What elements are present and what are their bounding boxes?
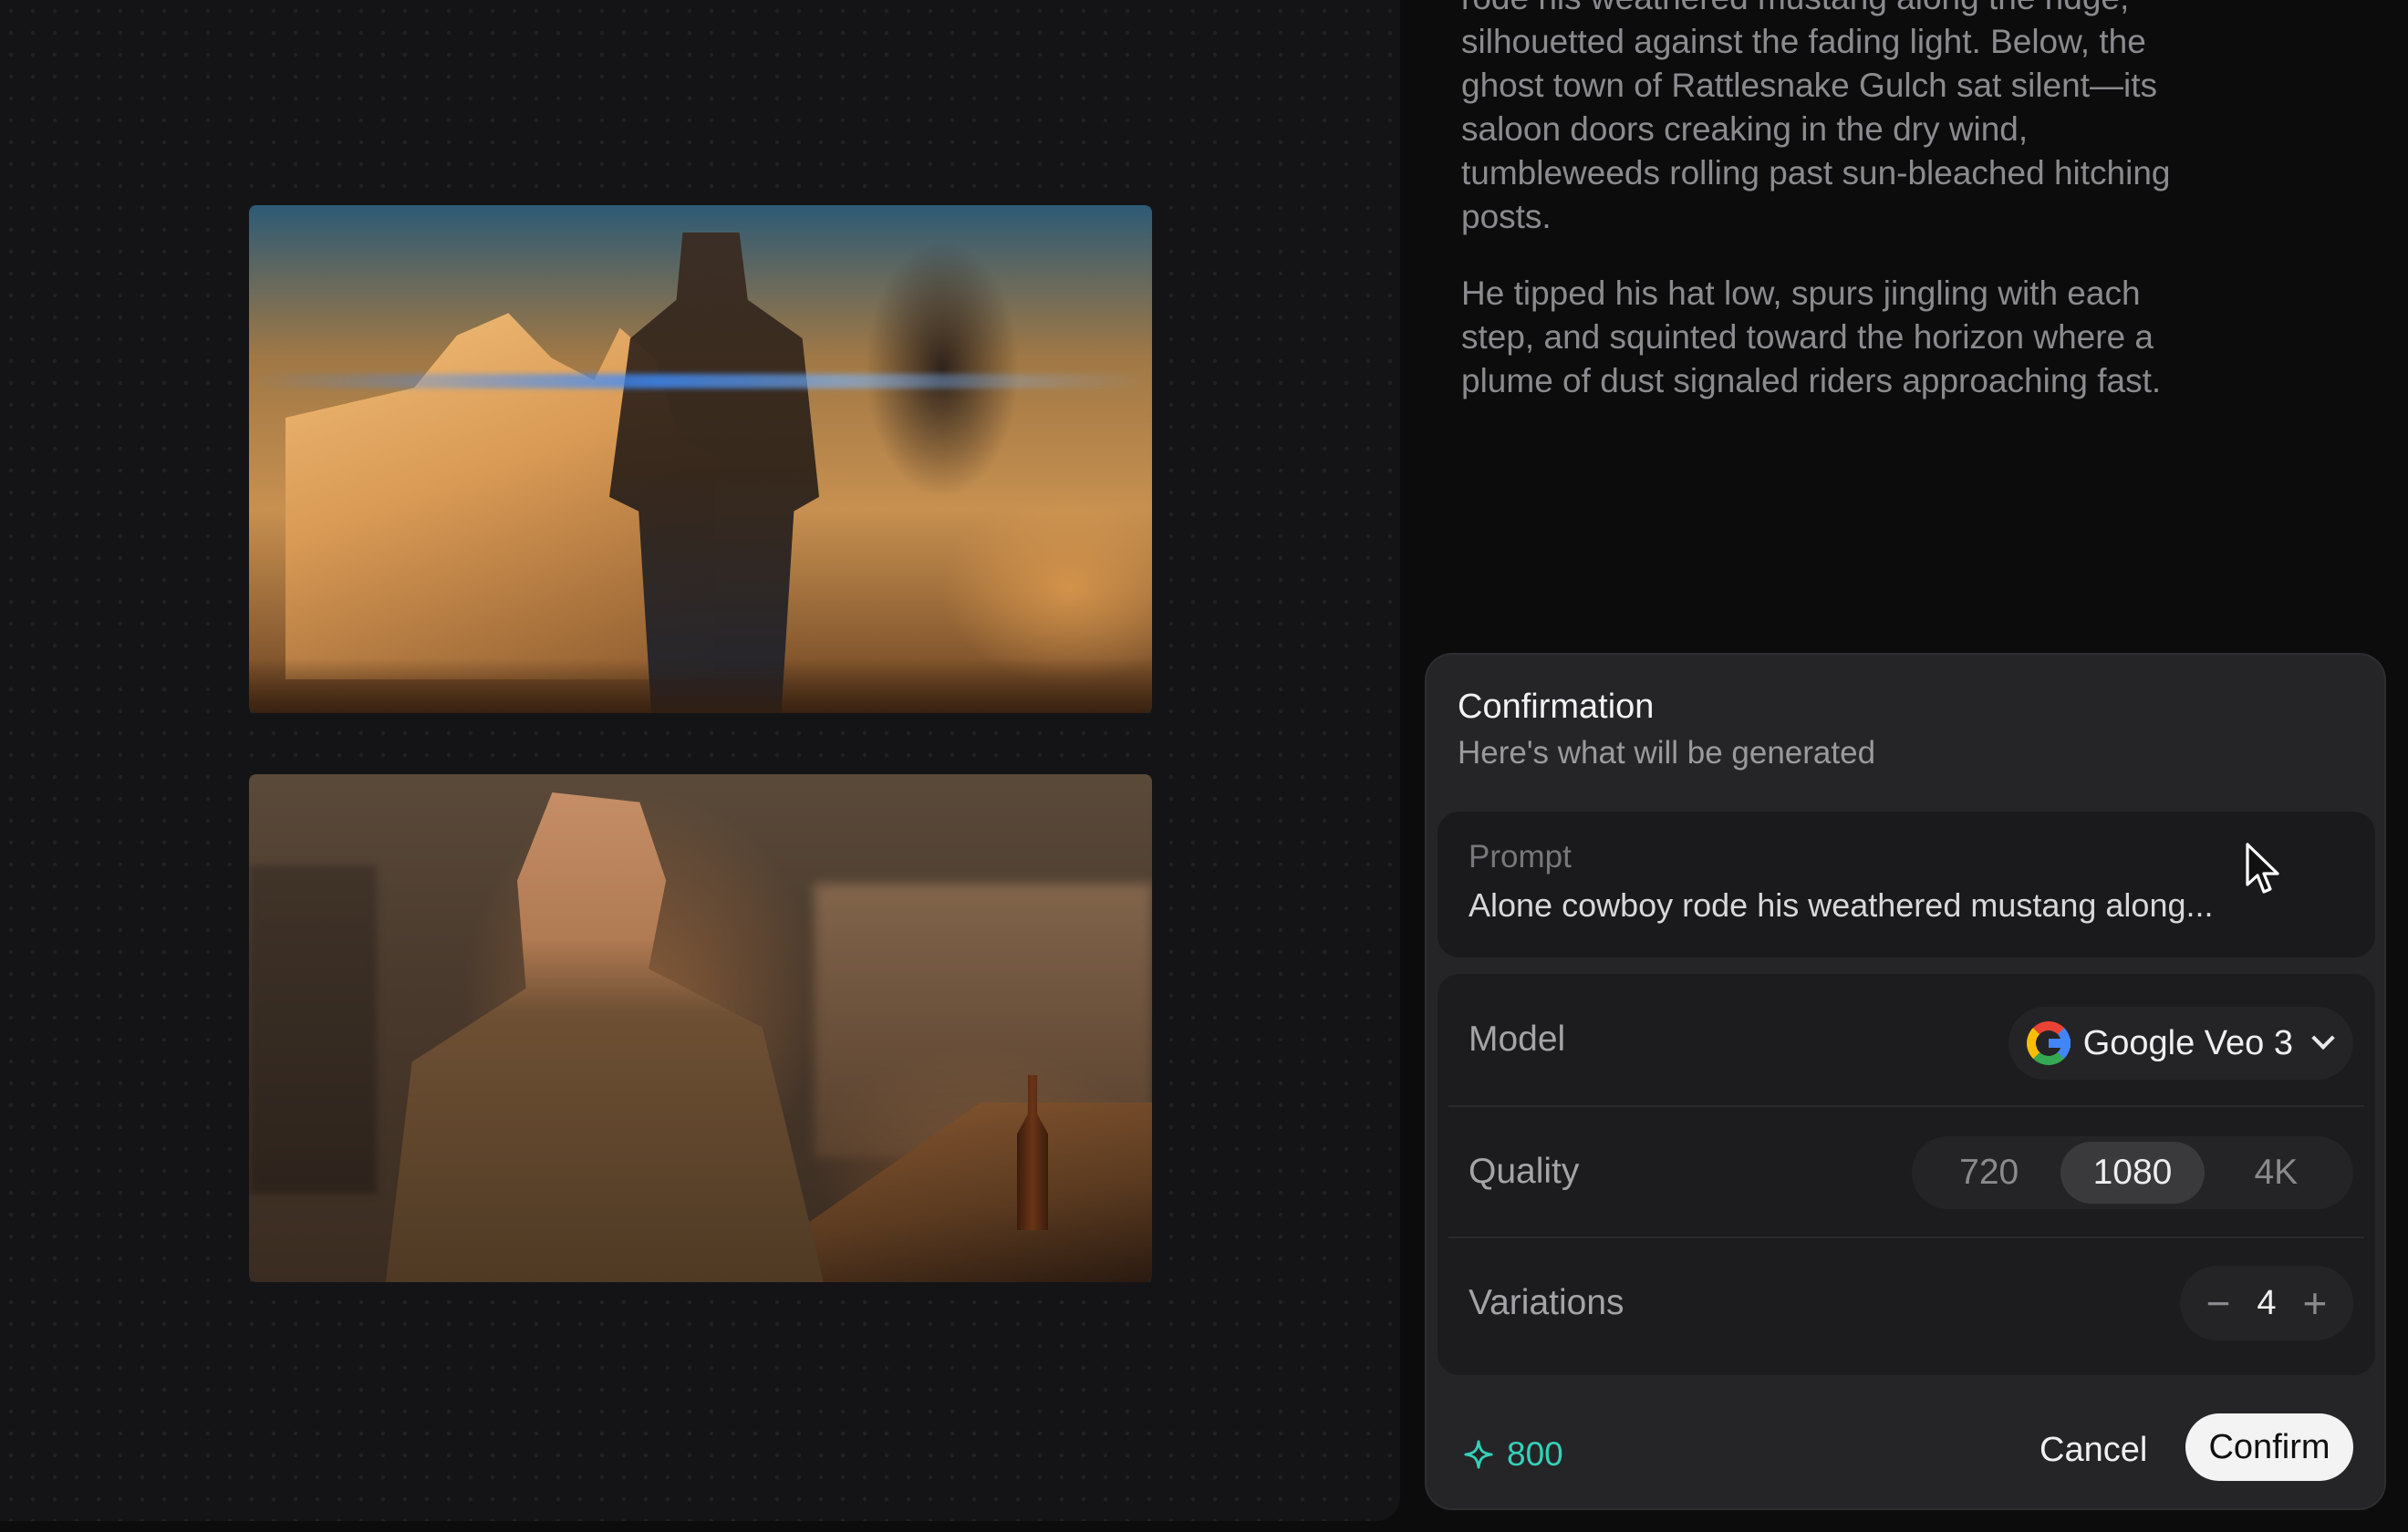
quality-option-1080[interactable]: 1080 — [2060, 1142, 2205, 1204]
prompt-card[interactable]: Prompt Alone cowboy rode his weathered m… — [1438, 812, 2375, 958]
ground-shade — [249, 658, 1152, 713]
model-value: Google Veo 3 — [2082, 1023, 2293, 1062]
background-patron-shape — [249, 865, 377, 1194]
settings-card: Model Google Veo 3 Quality 720 1080 4K V… — [1438, 974, 2375, 1375]
story-text: rode his weathered mustang along the rid… — [1461, 0, 2200, 436]
credits-cost: 800 — [1463, 1435, 1563, 1474]
quality-segmented-control: 720 1080 4K — [1912, 1136, 2353, 1209]
panel-title: Confirmation — [1458, 688, 1655, 726]
credits-value: 800 — [1507, 1435, 1563, 1473]
cowboy-at-bar-shape — [386, 792, 824, 1282]
confirmation-panel: Confirmation Here's what will be generat… — [1425, 653, 2386, 1510]
model-row: Model Google Veo 3 — [1448, 974, 2364, 1105]
quality-row: Quality 720 1080 4K — [1448, 1105, 2364, 1237]
chevron-down-icon — [2311, 1026, 2335, 1051]
sparkle-icon — [1464, 1440, 1493, 1469]
variations-label: Variations — [1469, 1283, 1624, 1322]
mouse-cursor-icon — [2246, 843, 2279, 894]
storyboard-frame-saloon[interactable] — [249, 774, 1152, 1282]
panel-subtitle: Here's what will be generated — [1458, 735, 1876, 771]
variations-value: 4 — [2257, 1283, 2277, 1322]
storyboard-canvas — [0, 0, 1400, 1521]
model-select[interactable]: Google Veo 3 — [2008, 1007, 2353, 1080]
quality-option-4k[interactable]: 4K — [2205, 1142, 2348, 1204]
prompt-text: Alone cowboy rode his weathered mustang … — [1469, 886, 2214, 924]
quality-label: Quality — [1469, 1152, 1580, 1191]
google-g-icon — [2026, 1021, 2071, 1065]
variations-stepper: − 4 + — [2180, 1266, 2353, 1340]
story-paragraph: He tipped his hat low, spurs jingling wi… — [1461, 274, 2162, 399]
lens-flare — [249, 374, 1152, 388]
cancel-button[interactable]: Cancel — [2019, 1417, 2167, 1483]
story-paragraph: rode his weathered mustang along the rid… — [1461, 0, 2171, 235]
prompt-label: Prompt — [1469, 839, 1572, 875]
storyboard-frame-mission-cowboy[interactable] — [249, 205, 1152, 713]
decrement-button[interactable]: − — [2200, 1282, 2237, 1324]
quality-option-720[interactable]: 720 — [1917, 1142, 2060, 1204]
confirm-button[interactable]: Confirm — [2185, 1413, 2353, 1481]
model-label: Model — [1469, 1020, 1566, 1059]
increment-button[interactable]: + — [2297, 1282, 2333, 1324]
variations-row: Variations − 4 + — [1448, 1237, 2364, 1368]
